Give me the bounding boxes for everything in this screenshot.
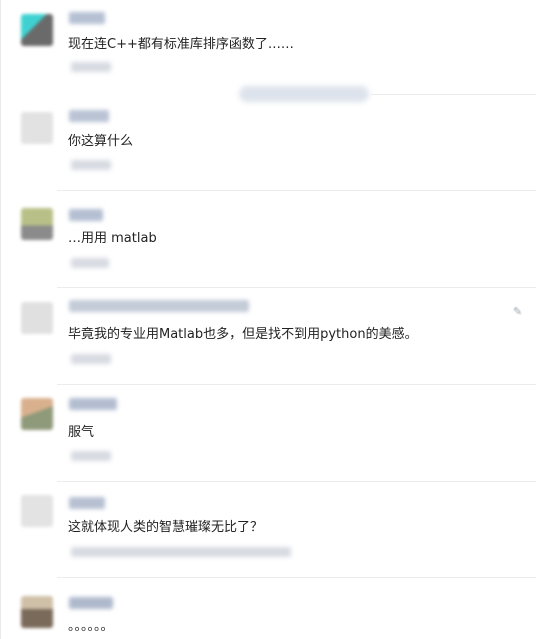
username[interactable] xyxy=(69,300,249,312)
timestamp xyxy=(71,547,291,557)
timestamp xyxy=(71,62,111,72)
comment-text: 服气 xyxy=(68,425,95,440)
divider xyxy=(57,287,536,288)
timestamp xyxy=(71,258,109,268)
avatar[interactable] xyxy=(21,398,53,430)
avatar[interactable] xyxy=(21,208,53,240)
divider xyxy=(57,190,536,191)
timestamp xyxy=(71,354,111,364)
divider xyxy=(371,94,536,95)
avatar[interactable] xyxy=(21,495,53,527)
avatar[interactable] xyxy=(21,112,53,144)
username[interactable] xyxy=(69,597,113,609)
avatar[interactable] xyxy=(21,14,53,46)
username[interactable] xyxy=(69,12,105,24)
comment-text: 你这算什么 xyxy=(68,134,134,149)
reply-input[interactable] xyxy=(239,86,369,102)
comment-text: 。。。。。。 xyxy=(68,619,114,634)
username[interactable] xyxy=(69,398,117,410)
username[interactable] xyxy=(69,209,103,221)
divider xyxy=(57,577,536,578)
comment-text: 毕竟我的专业用Matlab也多，但是找不到用python的美感。 xyxy=(68,327,418,342)
reply-icon[interactable]: ✎ xyxy=(513,305,522,318)
comment-text: 这就体现人类的智慧璀璨无比了？ xyxy=(68,520,264,535)
timestamp xyxy=(71,160,111,170)
comment-text: 现在连C++都有标准库排序函数了…… xyxy=(68,37,294,52)
username[interactable] xyxy=(69,497,105,509)
divider xyxy=(57,481,536,482)
comment-thread: 现在连C++都有标准库排序函数了…… 你这算什么 …用用 matlab ✎ 毕竟… xyxy=(0,0,536,639)
username[interactable] xyxy=(69,110,109,122)
avatar[interactable] xyxy=(21,596,53,628)
avatar[interactable] xyxy=(21,302,53,334)
comment-text: …用用 matlab xyxy=(68,231,157,246)
timestamp xyxy=(71,451,111,461)
divider xyxy=(57,384,536,385)
